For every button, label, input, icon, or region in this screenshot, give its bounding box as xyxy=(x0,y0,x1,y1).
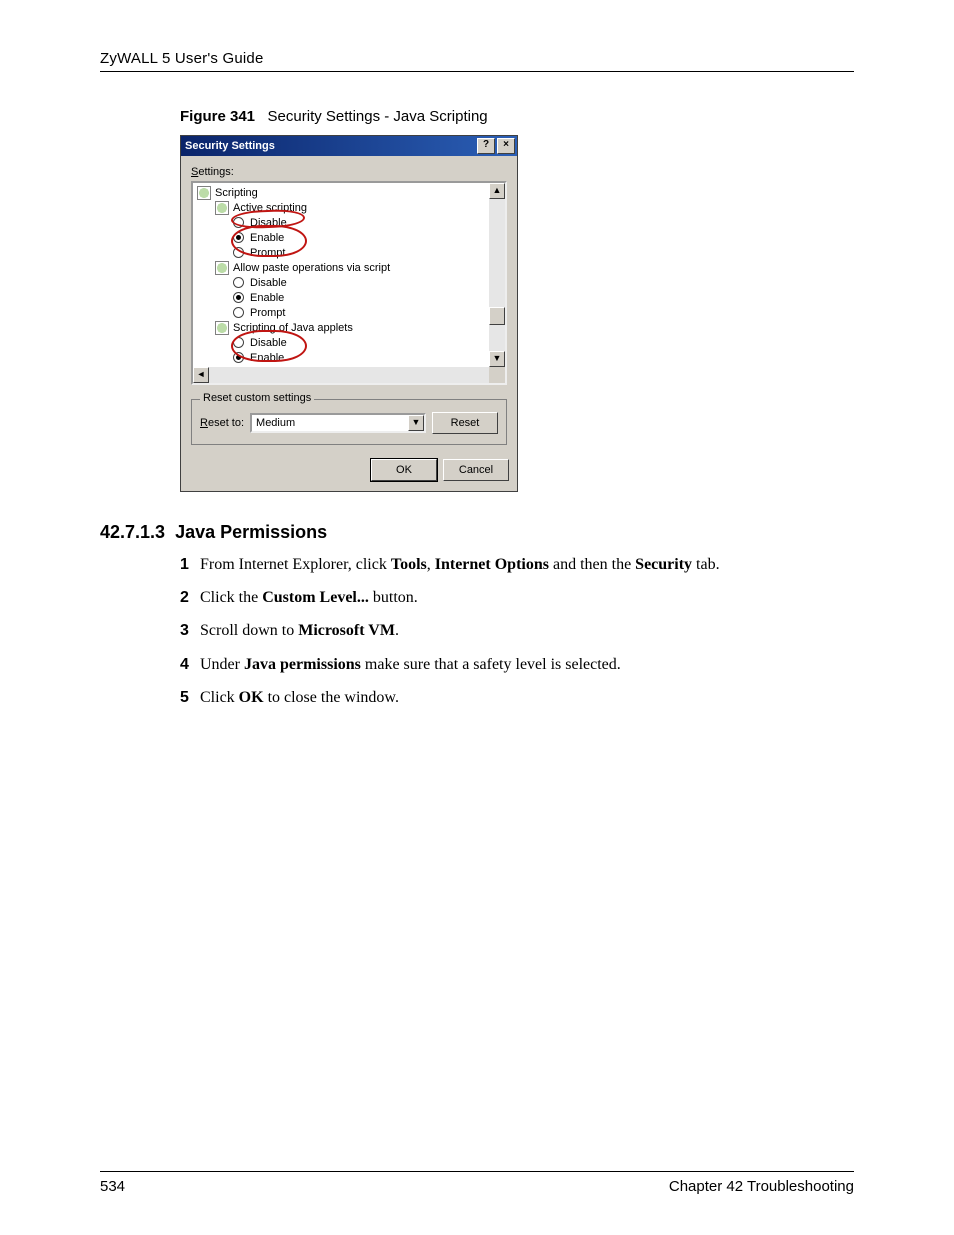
security-settings-dialog: Security Settings ? × Settings: Scriptin… xyxy=(180,135,518,492)
opt-prompt[interactable]: Prompt xyxy=(250,307,285,319)
opt-enable[interactable]: Enable xyxy=(250,232,284,244)
combo-value: Medium xyxy=(256,417,295,429)
scroll-corner xyxy=(489,367,505,383)
page-footer: 534 Chapter 42 Troubleshooting xyxy=(100,1171,854,1195)
reset-groupbox: Reset custom settings Reset to: Medium ▼… xyxy=(191,399,507,445)
step-4: Under Java permissions make sure that a … xyxy=(200,653,854,676)
chapter-label: Chapter 42 Troubleshooting xyxy=(669,1178,854,1195)
section-number: 42.7.1.3 xyxy=(100,522,165,542)
opt-enable[interactable]: Enable xyxy=(250,352,284,364)
radio-on-icon[interactable] xyxy=(233,292,244,303)
header-rule xyxy=(100,71,854,72)
radio-on-icon[interactable] xyxy=(233,352,244,363)
titlebar: Security Settings ? × xyxy=(181,136,517,156)
settings-tree[interactable]: Scripting Active scripting Disable Enabl… xyxy=(191,181,507,385)
radio-off-icon[interactable] xyxy=(233,277,244,288)
opt-disable[interactable]: Disable xyxy=(250,217,287,229)
scroll-track[interactable] xyxy=(209,367,489,383)
tree-group-allow-paste: Allow paste operations via script xyxy=(233,262,390,274)
tree-content: Scripting Active scripting Disable Enabl… xyxy=(193,183,489,367)
opt-prompt[interactable]: Prompt xyxy=(250,247,285,259)
reset-to-label: Reset to: xyxy=(200,417,244,429)
settings-label: Settings: xyxy=(191,166,507,178)
step-2: Click the Custom Level... button. xyxy=(200,586,854,609)
opt-enable[interactable]: Enable xyxy=(250,292,284,304)
gear-icon xyxy=(215,261,229,275)
tree-group-scripting-applets: Scripting of Java applets xyxy=(233,322,353,334)
gear-icon xyxy=(197,186,211,200)
page-number: 534 xyxy=(100,1178,125,1195)
step-3: Scroll down to Microsoft VM. xyxy=(200,619,854,642)
radio-off-icon[interactable] xyxy=(233,307,244,318)
figure-title: Security Settings - Java Scripting xyxy=(268,108,488,125)
radio-on-icon[interactable] xyxy=(233,232,244,243)
gear-icon xyxy=(215,321,229,335)
cancel-button[interactable]: Cancel xyxy=(443,459,509,481)
step-1: From Internet Explorer, click Tools, Int… xyxy=(200,553,854,576)
tree-group-scripting: Scripting xyxy=(215,187,258,199)
opt-disable[interactable]: Disable xyxy=(250,277,287,289)
dialog-title: Security Settings xyxy=(185,140,477,152)
groupbox-legend: Reset custom settings xyxy=(200,392,314,404)
scroll-left-button[interactable]: ◄ xyxy=(193,367,209,383)
reset-button[interactable]: Reset xyxy=(432,412,498,434)
step-5: Click OK to close the window. xyxy=(200,686,854,709)
scroll-up-button[interactable]: ▲ xyxy=(489,183,505,199)
horizontal-scrollbar[interactable]: ◄ ► xyxy=(193,367,505,383)
radio-off-icon[interactable] xyxy=(233,247,244,258)
section-heading: 42.7.1.3 Java Permissions xyxy=(100,522,854,543)
running-head: ZyWALL 5 User's Guide xyxy=(100,50,854,71)
section-title: Java Permissions xyxy=(175,522,327,542)
scroll-thumb[interactable] xyxy=(489,307,505,325)
scroll-down-button[interactable]: ▼ xyxy=(489,351,505,367)
gear-icon xyxy=(215,201,229,215)
ok-button[interactable]: OK xyxy=(371,459,437,481)
help-button[interactable]: ? xyxy=(477,138,495,154)
steps-list: From Internet Explorer, click Tools, Int… xyxy=(200,553,854,709)
tree-group-active-scripting: Active scripting xyxy=(233,202,307,214)
scroll-track[interactable] xyxy=(489,199,505,351)
chevron-down-icon[interactable]: ▼ xyxy=(408,415,424,431)
vertical-scrollbar[interactable]: ▲ ▼ xyxy=(489,183,505,367)
radio-off-icon[interactable] xyxy=(233,217,244,228)
opt-disable[interactable]: Disable xyxy=(250,337,287,349)
reset-level-select[interactable]: Medium ▼ xyxy=(250,413,426,433)
close-button[interactable]: × xyxy=(497,138,515,154)
radio-off-icon[interactable] xyxy=(233,337,244,348)
figure-caption: Figure 341 Security Settings - Java Scri… xyxy=(180,108,854,125)
figure-number: Figure 341 xyxy=(180,108,255,125)
